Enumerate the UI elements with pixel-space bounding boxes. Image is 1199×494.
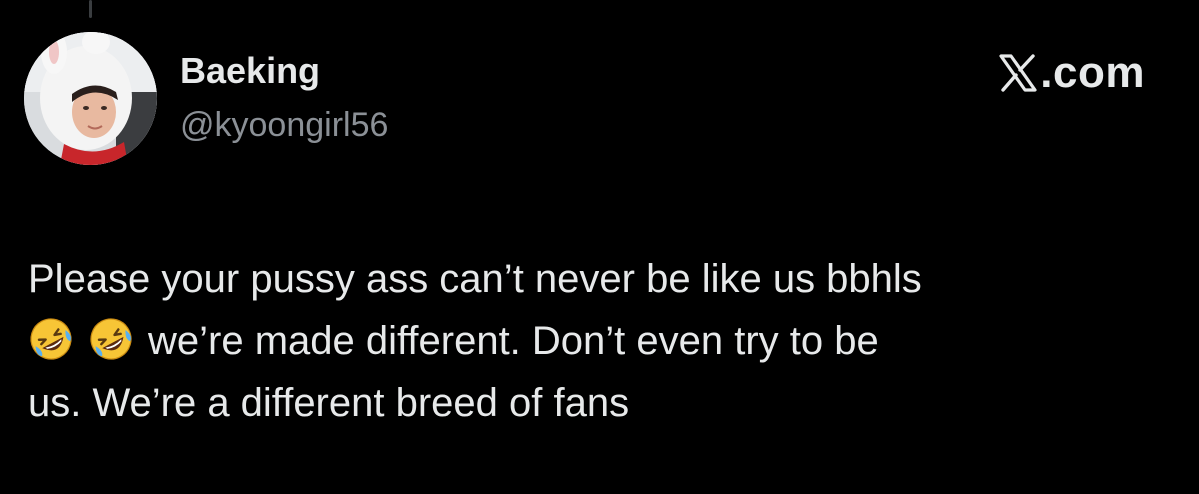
avatar-image <box>24 32 157 165</box>
thread-connector-line <box>89 0 92 18</box>
tweet-text: Please your pussy ass can’t never be lik… <box>28 248 1168 434</box>
brand-domain: .com <box>1040 48 1145 97</box>
author-handle[interactable]: @kyoongirl56 <box>180 106 388 145</box>
tweet-text-line-1: Please your pussy ass can’t never be lik… <box>28 257 922 301</box>
tweet-text-line-3: us. We’re a different breed of fans <box>28 381 630 425</box>
rolling-on-floor-laughing-emoji-icon <box>88 316 134 362</box>
x-logo-icon <box>999 54 1037 92</box>
rolling-on-floor-laughing-emoji-icon <box>28 316 74 362</box>
author-display-name[interactable]: Baeking <box>180 50 320 92</box>
tweet-text-line-2: we’re made different. Don’t even try to … <box>28 310 1168 372</box>
avatar[interactable] <box>24 32 157 165</box>
tweet-text-line-2-text: we’re made different. Don’t even try to … <box>148 319 879 363</box>
brand-watermark: .com <box>998 48 1145 98</box>
